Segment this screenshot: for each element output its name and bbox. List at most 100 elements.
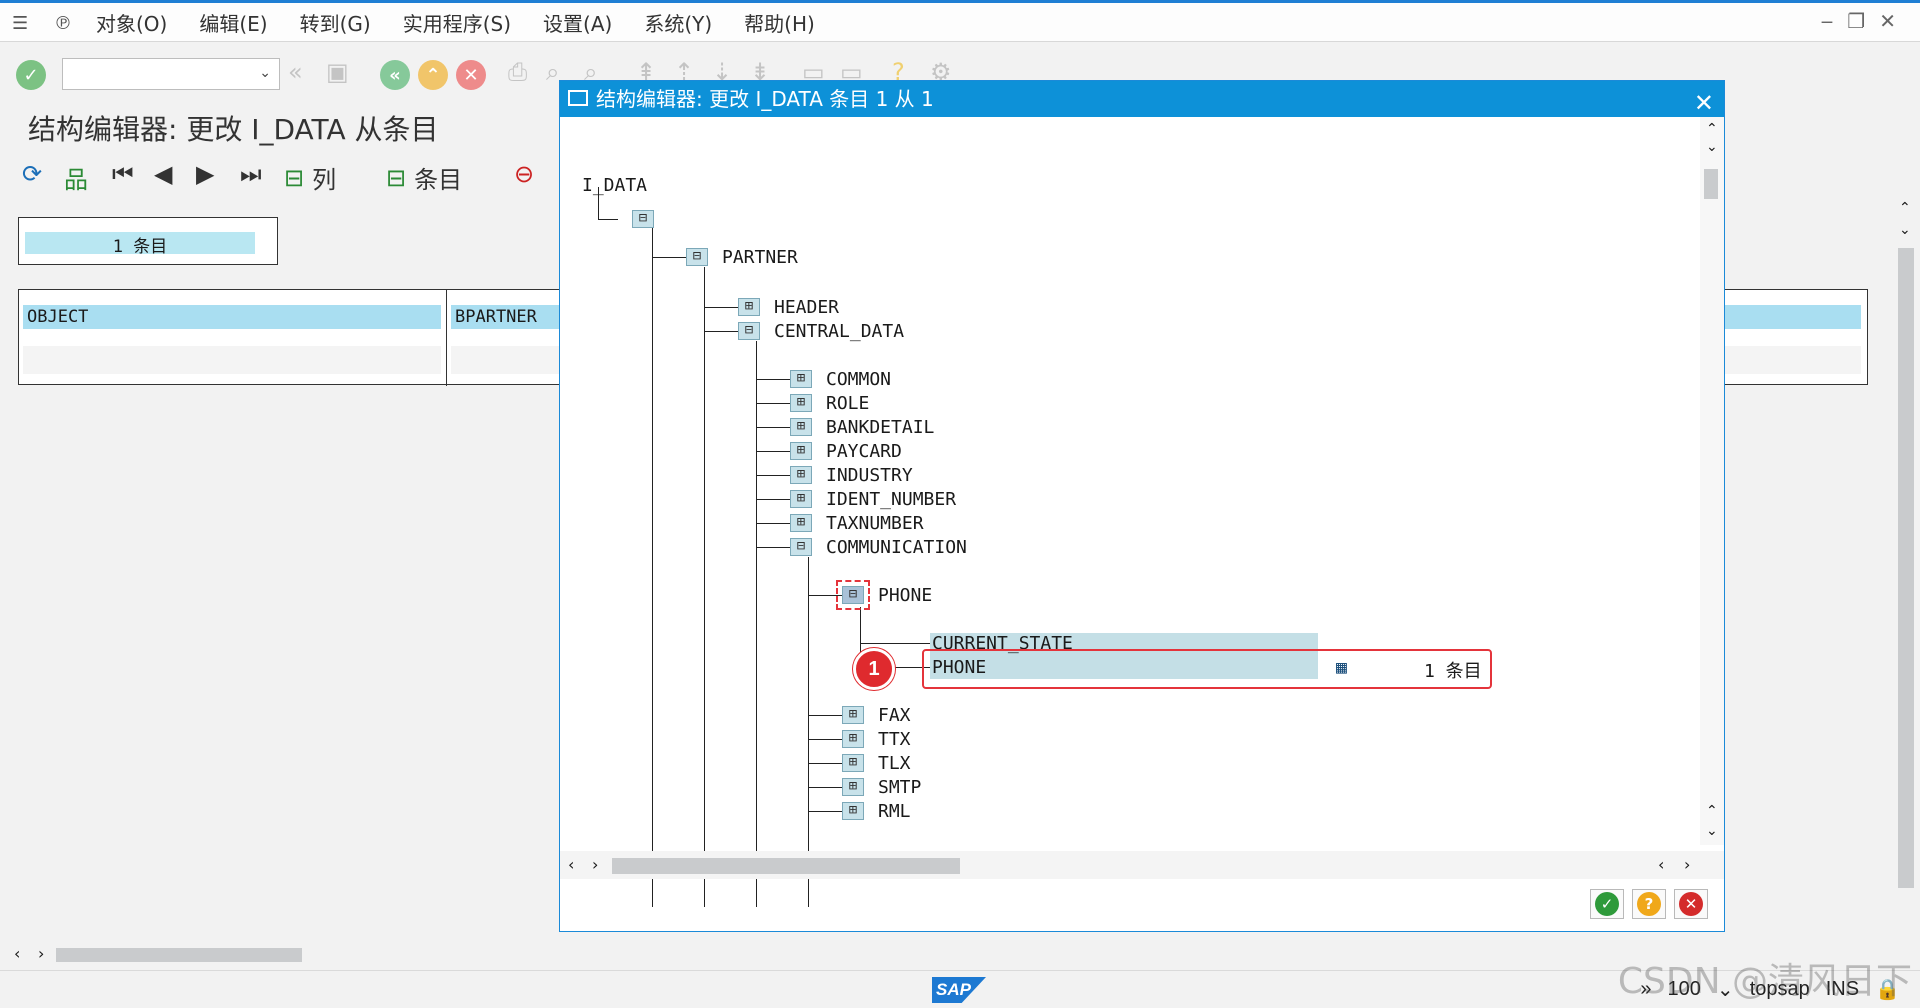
scroll-right-icon[interactable]: › [1684,855,1690,874]
check-icon: ✓ [1595,892,1619,916]
menu-help[interactable]: 帮助(H) [744,8,815,37]
prev-entry-icon[interactable]: ◀ [154,160,172,188]
tree-node-fax[interactable]: ⊞ FAX [842,703,911,727]
node-label: COMMON [826,368,892,390]
folder-open-icon[interactable]: ⊟ [738,322,760,340]
menu-edit[interactable]: 编辑(E) [199,8,267,37]
folder-closed-icon[interactable]: ⊞ [842,730,864,748]
menu-object[interactable]: 对象(O) [96,8,167,37]
scroll-thumb[interactable] [612,858,960,874]
scroll-up-icon[interactable]: ⌃ [1899,200,1911,216]
exit-icon[interactable]: ⌃ [418,60,448,90]
node-label: TAXNUMBER [826,512,924,534]
menu-system[interactable]: 系统(Y) [644,8,712,37]
menu-goto[interactable]: 转到(G) [300,8,371,37]
sap-logo: SAP [932,977,986,1003]
chevron-down-icon[interactable]: ⌄ [259,65,271,81]
entries-icon: ⊟ [386,163,407,192]
scroll-thumb[interactable] [1898,248,1914,888]
folder-closed-icon[interactable]: ⊞ [842,706,864,724]
scroll-down-icon[interactable]: ⌄ [1706,139,1718,155]
close-icon[interactable]: ✕ [1694,85,1714,121]
folder-closed-icon[interactable]: ⊞ [842,778,864,796]
tree-node-phone[interactable]: ⊟ PHONE [836,580,932,610]
tree-line [704,267,705,907]
entries-button[interactable]: ⊟ 条目 [386,160,462,195]
next-entry-icon[interactable]: ▶ [196,160,214,188]
vertical-scrollbar[interactable]: ⌃ ⌄ [1892,200,1920,940]
node-label: FAX [878,704,911,726]
tree-node-ttx[interactable]: ⊞ TTX [842,727,911,751]
tree-node-ident-number[interactable]: ⊞ IDENT_NUMBER [790,487,956,511]
menu-utilities[interactable]: 实用程序(S) [403,8,511,37]
tree-node-bankdetail[interactable]: ⊞ BANKDETAIL [790,415,934,439]
tree-node-root-collapse[interactable]: ⊟ [632,207,668,231]
node-label: RML [878,800,911,822]
menu-icon[interactable]: ☰ [12,13,32,34]
folder-closed-icon[interactable]: ⊞ [738,298,760,316]
tree-node-taxnumber[interactable]: ⊞ TAXNUMBER [790,511,924,535]
command-field[interactable]: ⌄ [62,58,280,90]
confirm-button[interactable]: ✓ [1590,889,1624,919]
scroll-up-icon[interactable]: ⌃ [1706,803,1718,819]
folder-closed-icon[interactable]: ⊞ [790,394,812,412]
folder-closed-icon[interactable]: ⊞ [842,802,864,820]
tree-root[interactable]: I_DATA [582,173,647,197]
cancel-icon[interactable]: ✕ [456,60,486,90]
folder-closed-icon[interactable]: ⊞ [790,514,812,532]
sap-p-icon[interactable]: ℗ [54,13,74,34]
tree-node-industry[interactable]: ⊞ INDUSTRY [790,463,913,487]
dialog-title-bar: 结构编辑器: 更改 I_DATA 条目 1 从 1 ✕ [560,81,1724,117]
folder-closed-icon[interactable]: ⊞ [842,754,864,772]
folder-open-icon[interactable]: ⊟ [836,580,870,610]
cancel-button[interactable]: ✕ [1674,889,1708,919]
tree-node-partner[interactable]: ⊟ PARTNER [686,245,798,269]
scroll-down-icon[interactable]: ⌄ [1899,222,1911,238]
tree-node-paycard[interactable]: ⊞ PAYCARD [790,439,902,463]
tree-node-tlx[interactable]: ⊞ TLX [842,751,911,775]
back-icon[interactable]: « [380,60,410,90]
scroll-up-icon[interactable]: ⌃ [1706,121,1718,137]
folder-closed-icon[interactable]: ⊞ [790,442,812,460]
help-button[interactable]: ? [1632,889,1666,919]
tree-node-common[interactable]: ⊞ COMMON [790,367,891,391]
scroll-down-icon[interactable]: ⌄ [1706,823,1718,839]
double-left-icon: « [288,58,303,86]
enter-check-icon[interactable]: ✓ [16,60,46,90]
tree-node-header[interactable]: ⊞ HEADER [738,295,839,319]
scroll-right-icon[interactable]: › [592,855,598,874]
folder-closed-icon[interactable]: ⊞ [790,370,812,388]
tree-node-role[interactable]: ⊞ ROLE [790,391,869,415]
tree-node-central-data[interactable]: ⊟ CENTRAL_DATA [738,319,904,343]
last-entry-icon[interactable]: ⏭ [240,160,262,188]
dialog-vertical-scrollbar[interactable]: ⌃ ⌄ ⌃ ⌄ [1700,117,1724,845]
folder-closed-icon[interactable]: ⊞ [790,466,812,484]
table-row[interactable] [23,346,441,374]
menu-settings[interactable]: 设置(A) [543,8,612,37]
scroll-right-icon[interactable]: › [38,944,44,963]
node-label: SMTP [878,776,922,798]
horizontal-scrollbar[interactable]: ‹ › [10,944,570,966]
window-controls[interactable]: ‒❐✕ [1821,9,1910,33]
tree-node-smtp[interactable]: ⊞ SMTP [842,775,921,799]
folder-closed-icon[interactable]: ⊞ [790,418,812,436]
folder-open-icon[interactable]: ⊟ [686,248,708,266]
scroll-thumb[interactable] [1704,169,1718,199]
folder-open-icon[interactable]: ⊟ [790,538,812,556]
refresh-icon[interactable]: ⟳ [22,160,42,188]
scroll-left-icon[interactable]: ‹ [1658,855,1664,874]
hierarchy-icon[interactable]: 品 [64,160,88,195]
folder-open-icon[interactable]: ⊟ [632,210,654,228]
columns-button[interactable]: ⊟ 列 [284,160,336,195]
scroll-left-icon[interactable]: ‹ [568,855,574,874]
dialog-horizontal-scrollbar[interactable]: ‹ › ‹ › [560,851,1724,879]
tree-node-rml[interactable]: ⊞ RML [842,799,911,823]
scroll-left-icon[interactable]: ‹ [14,944,20,963]
first-entry-icon[interactable]: ⏮ [112,160,134,188]
tree-node-communication[interactable]: ⊟ COMMUNICATION [790,535,967,559]
node-label: PARTNER [722,246,798,268]
column-header-object[interactable]: OBJECT [23,305,441,329]
folder-closed-icon[interactable]: ⊞ [790,490,812,508]
scroll-thumb[interactable] [56,948,302,962]
delete-entry-icon[interactable]: ⊖ [514,160,534,188]
